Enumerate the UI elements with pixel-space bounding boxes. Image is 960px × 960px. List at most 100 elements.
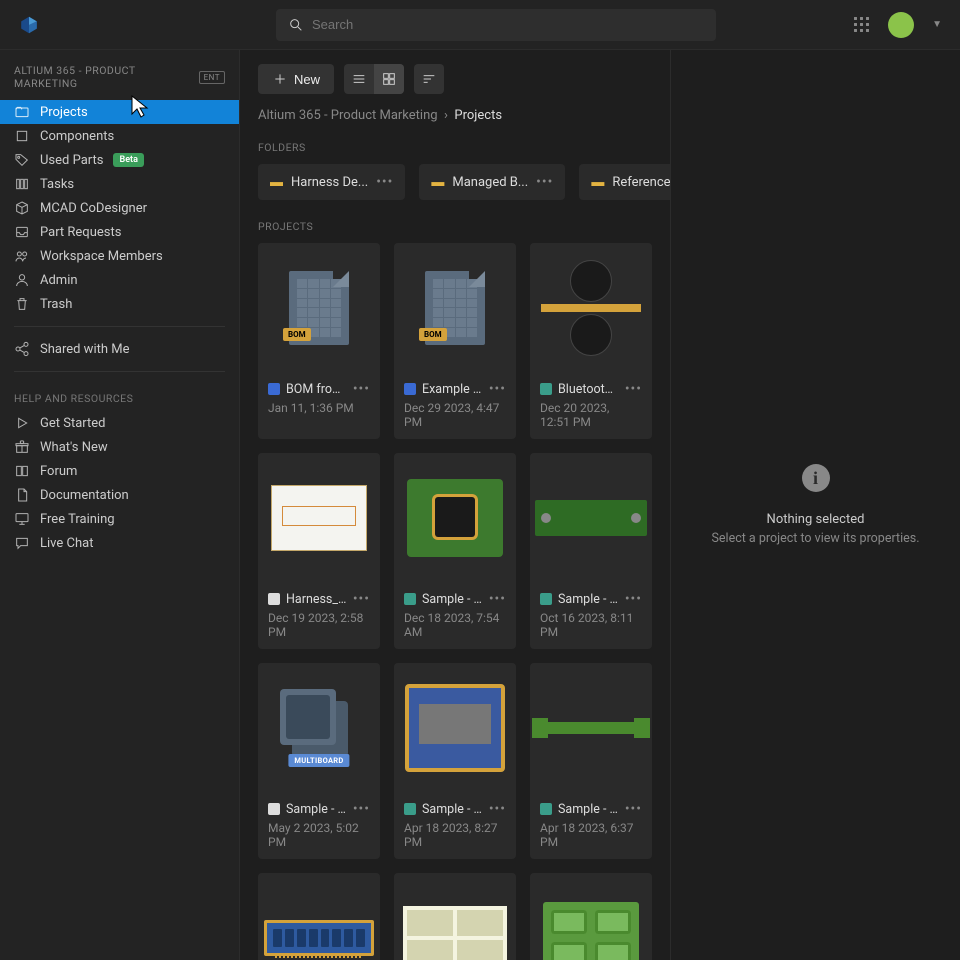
folder-card[interactable]: ▬Managed B...••• (419, 164, 565, 200)
new-button[interactable]: New (258, 64, 334, 94)
project-date: Apr 18 2023, 6:37 PM (540, 821, 642, 849)
project-card[interactable] (258, 873, 380, 960)
user-menu-caret[interactable]: ▼ (932, 19, 942, 30)
project-thumbnail (530, 873, 652, 960)
tag-icon (14, 152, 30, 168)
sidebar-item-components[interactable]: Components (0, 124, 239, 148)
file-type-icon (268, 383, 280, 395)
topbar: ▼ (0, 0, 960, 50)
project-card[interactable]: BOMBOM from S...•••Jan 11, 1:36 PM (258, 243, 380, 439)
sidebar-label: Free Training (40, 512, 115, 527)
sidebar-item-documentation[interactable]: Documentation (0, 483, 239, 507)
user-icon (14, 272, 30, 288)
sidebar-item-live-chat[interactable]: Live Chat (0, 531, 239, 555)
user-avatar[interactable] (888, 12, 914, 38)
project-card[interactable]: Bluetooth_S... ••• Dec 20 2023, 12:51 PM (530, 243, 652, 439)
more-menu-icon[interactable]: ••• (489, 381, 506, 397)
sidebar-item-get-started[interactable]: Get Started (0, 411, 239, 435)
grid-view-button[interactable] (374, 64, 404, 94)
project-card[interactable]: Harness_De...•••Dec 19 2023, 2:58 PM (258, 453, 380, 649)
project-thumbnail (530, 663, 652, 793)
details-empty-title: Nothing selected (767, 512, 865, 527)
more-menu-icon[interactable]: ••• (353, 801, 370, 817)
folder-name: Reference D... (612, 175, 670, 190)
sidebar-item-shared[interactable]: Shared with Me (0, 337, 239, 361)
beta-badge: Beta (113, 153, 143, 167)
project-card[interactable] (530, 873, 652, 960)
project-date: Jan 11, 1:36 PM (268, 401, 370, 415)
sort-button[interactable] (414, 64, 444, 94)
app-logo[interactable] (18, 14, 40, 36)
box-icon (14, 200, 30, 216)
sidebar-item-part-requests[interactable]: Part Requests (0, 220, 239, 244)
sort-icon (421, 71, 437, 87)
sidebar-item-admin[interactable]: Admin (0, 268, 239, 292)
file-type-icon (540, 803, 552, 815)
file-type-icon (404, 383, 416, 395)
file-type-icon (540, 593, 552, 605)
project-title: Sample - Ka... (422, 592, 483, 607)
project-title: Sample - Ka... (558, 802, 619, 817)
project-title: Example BOM (422, 382, 483, 397)
sidebar-item-mcad-codesigner[interactable]: MCAD CoDesigner (0, 196, 239, 220)
breadcrumb: Altium 365 - Product Marketing › Project… (258, 108, 652, 123)
project-date: Apr 18 2023, 8:27 PM (404, 821, 506, 849)
play-icon (14, 415, 30, 431)
breadcrumb-root[interactable]: Altium 365 - Product Marketing (258, 108, 438, 123)
sidebar-label: What's New (40, 440, 108, 455)
project-card[interactable]: Sample - Ka...•••Oct 16 2023, 8:11 PM (530, 453, 652, 649)
workspace-header[interactable]: ALTIUM 365 - PRODUCT MARKETING ENT (0, 64, 239, 100)
list-view-button[interactable] (344, 64, 374, 94)
file-type-icon (404, 803, 416, 815)
search-bar[interactable] (276, 9, 716, 41)
file-type-icon (268, 593, 280, 605)
project-thumbnail (530, 453, 652, 583)
share-icon (14, 341, 30, 357)
sidebar-item-workspace-members[interactable]: Workspace Members (0, 244, 239, 268)
project-title: Sample - Ka... (286, 802, 347, 817)
view-toggle (344, 64, 404, 94)
project-title: Bluetooth_S... (558, 382, 619, 397)
more-menu-icon[interactable]: ••• (625, 801, 642, 817)
more-menu-icon[interactable]: ••• (353, 591, 370, 607)
square-icon (14, 128, 30, 144)
sidebar-item-forum[interactable]: Forum (0, 459, 239, 483)
project-card[interactable]: Sample - Ka... ••• Apr 18 2023, 6:37 PM (530, 663, 652, 859)
folders-section-label: FOLDERS (258, 141, 652, 154)
sidebar-item-trash[interactable]: Trash (0, 292, 239, 316)
project-date: May 2 2023, 5:02 PM (268, 821, 370, 849)
sidebar-label: Tasks (40, 177, 74, 192)
project-card[interactable]: Sample - Ka...•••Dec 18 2023, 7:54 AM (394, 453, 516, 649)
project-date: Dec 20 2023, 12:51 PM (540, 401, 642, 429)
sidebar-item-used-parts[interactable]: Used PartsBeta (0, 148, 239, 172)
more-menu-icon[interactable]: ••• (536, 174, 553, 190)
sidebar-item-projects[interactable]: Projects (0, 100, 239, 124)
project-card[interactable] (394, 873, 516, 960)
sidebar-section-help: HELP AND RESOURCES (0, 382, 239, 411)
folder-card[interactable]: ▬Reference D...••• (579, 164, 670, 200)
project-thumbnail: BOM (394, 243, 516, 373)
sidebar-label: MCAD CoDesigner (40, 201, 147, 216)
sidebar-item-tasks[interactable]: Tasks (0, 172, 239, 196)
more-menu-icon[interactable]: ••• (353, 381, 370, 397)
file-icon (14, 487, 30, 503)
more-menu-icon[interactable]: ••• (625, 381, 642, 397)
project-card[interactable]: BOMExample BOM•••Dec 29 2023, 4:47 PM (394, 243, 516, 439)
new-button-label: New (294, 72, 320, 87)
project-card[interactable]: Sample - Ka...•••Apr 18 2023, 8:27 PM (394, 663, 516, 859)
more-menu-icon[interactable]: ••• (376, 174, 393, 190)
sidebar-item-free-training[interactable]: Free Training (0, 507, 239, 531)
more-menu-icon[interactable]: ••• (625, 591, 642, 607)
plus-icon (272, 71, 288, 87)
search-input[interactable] (312, 17, 704, 32)
more-menu-icon[interactable]: ••• (489, 591, 506, 607)
apps-menu-icon[interactable] (854, 17, 870, 33)
project-card[interactable]: MULTIBOARDSample - Ka...•••May 2 2023, 5… (258, 663, 380, 859)
grid-icon (381, 71, 397, 87)
file-type-icon (540, 383, 552, 395)
folder-icon: ▬ (270, 174, 283, 190)
sidebar-item-what-s-new[interactable]: What's New (0, 435, 239, 459)
more-menu-icon[interactable]: ••• (489, 801, 506, 817)
folder-card[interactable]: ▬Harness De...••• (258, 164, 405, 200)
file-type-icon (268, 803, 280, 815)
